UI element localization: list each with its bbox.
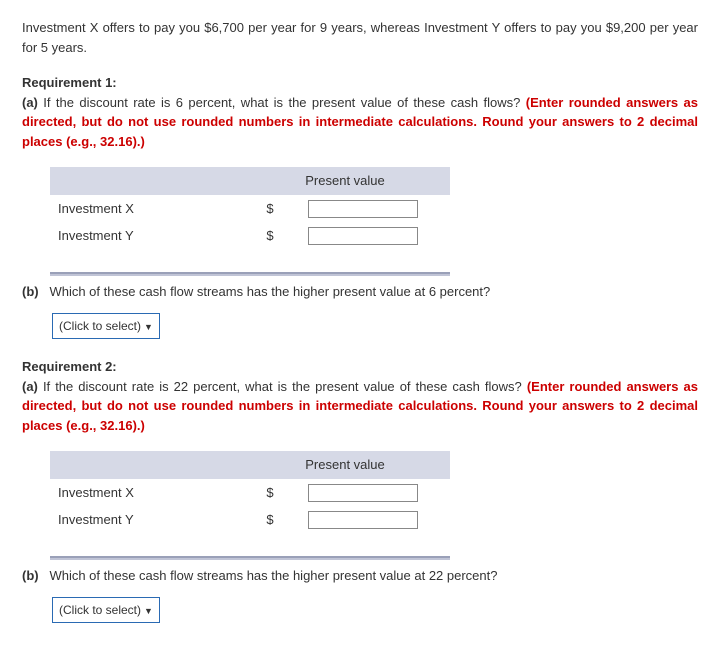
req2-part-b: (b) Which of these cash flow streams has… [22,566,698,586]
req2-pv-table: Present value Investment X $ Investment … [50,451,450,534]
intro-text: Investment X offers to pay you $6,700 pe… [22,18,698,57]
req2-a-text: If the discount rate is 22 percent, what… [43,379,527,394]
row-label-investment-x: Investment X [50,479,240,507]
table-divider [50,556,450,560]
row-label-investment-x: Investment X [50,195,240,223]
req1-investment-x-input[interactable] [308,200,418,218]
req2-investment-y-input[interactable] [308,511,418,529]
req1-select-dropdown[interactable]: (Click to select)▼ [52,313,160,339]
table-row: Investment X $ [50,479,450,507]
req1-b-text: Which of these cash flow streams has the… [49,284,490,299]
select-placeholder: (Click to select) [59,319,141,333]
req2-b-text: Which of these cash flow streams has the… [49,568,497,583]
table-header-present-value: Present value [240,451,450,479]
chevron-down-icon: ▼ [144,606,153,616]
req2-select-dropdown[interactable]: (Click to select)▼ [52,597,160,623]
req2-part-a: (a) If the discount rate is 22 percent, … [22,377,698,436]
req1-investment-y-input[interactable] [308,227,418,245]
table-row: Investment Y $ [50,506,450,534]
row-label-investment-y: Investment Y [50,222,240,250]
currency-symbol: $ [240,479,300,507]
table-header-blank [50,167,240,195]
requirement-1-heading: Requirement 1: [22,73,698,93]
req2-investment-x-input[interactable] [308,484,418,502]
requirement-2-heading: Requirement 2: [22,357,698,377]
table-header-present-value: Present value [240,167,450,195]
req1-pv-table: Present value Investment X $ Investment … [50,167,450,250]
select-placeholder: (Click to select) [59,603,141,617]
req1-a-text: If the discount rate is 6 percent, what … [43,95,525,110]
req2-a-label: (a) [22,379,38,394]
table-header-blank [50,451,240,479]
req1-a-label: (a) [22,95,38,110]
currency-symbol: $ [240,506,300,534]
table-divider [50,272,450,276]
req1-part-b: (b) Which of these cash flow streams has… [22,282,698,302]
req1-b-label: (b) [22,284,39,299]
table-row: Investment Y $ [50,222,450,250]
req2-b-label: (b) [22,568,39,583]
req1-part-a: (a) If the discount rate is 6 percent, w… [22,93,698,152]
row-label-investment-y: Investment Y [50,506,240,534]
currency-symbol: $ [240,222,300,250]
currency-symbol: $ [240,195,300,223]
chevron-down-icon: ▼ [144,322,153,332]
table-row: Investment X $ [50,195,450,223]
